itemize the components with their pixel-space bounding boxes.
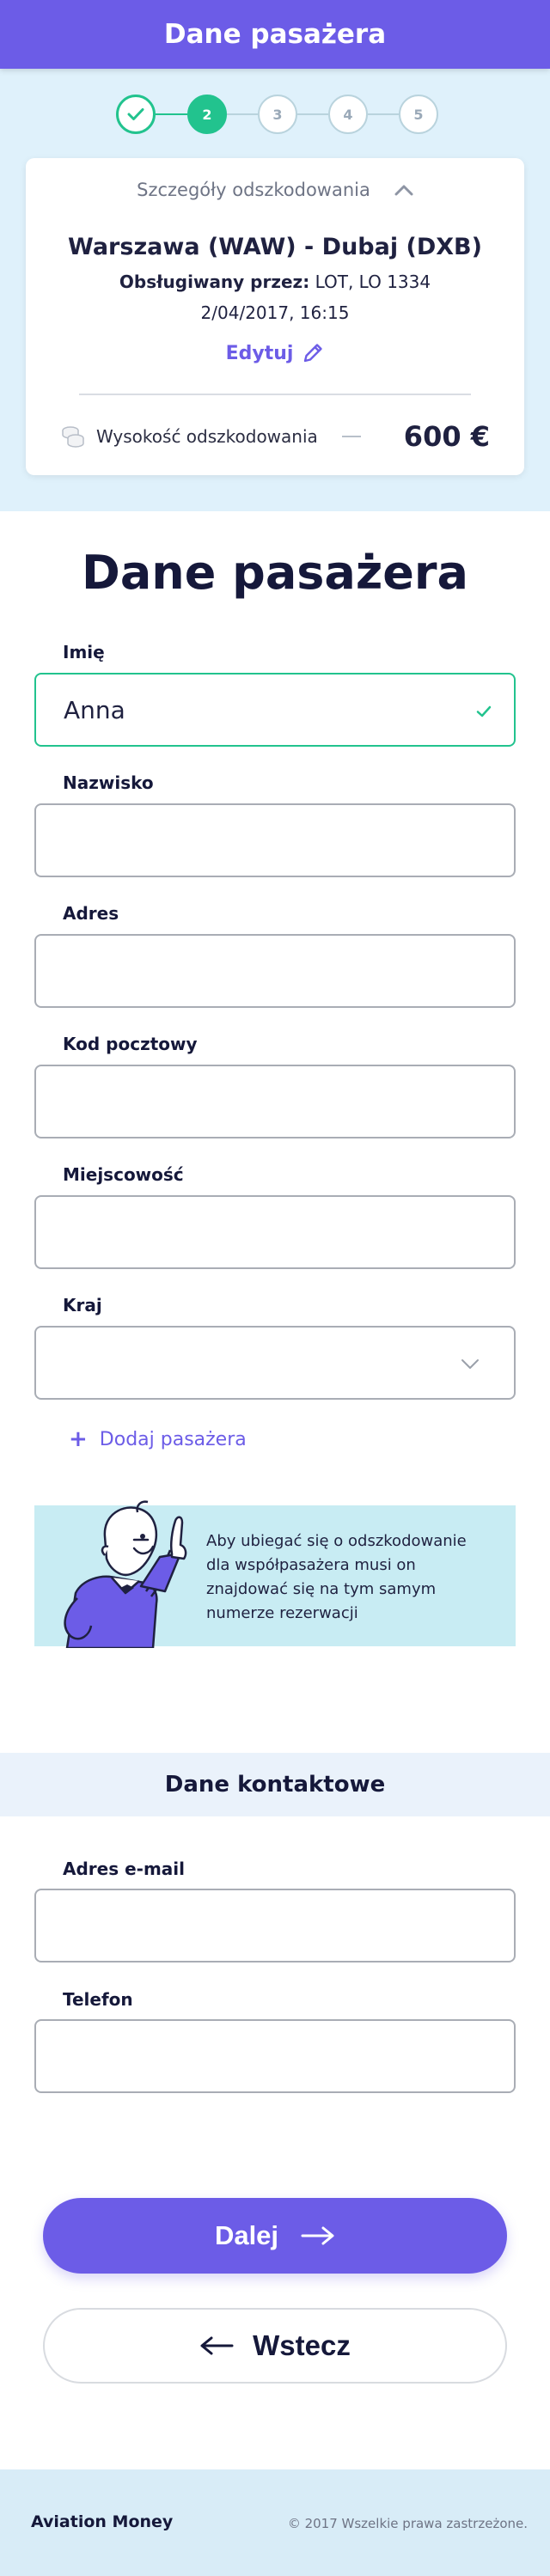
step-5[interactable]: 5 — [399, 95, 438, 134]
address-label: Adres — [63, 903, 119, 924]
progress-stepper: 2 3 4 5 — [0, 95, 550, 134]
man-pointing-illustration — [64, 1500, 187, 1648]
step-connector — [297, 113, 328, 115]
arrow-right-icon — [301, 2226, 334, 2245]
page-title: Dane pasażera — [82, 546, 468, 600]
step-4[interactable]: 4 — [328, 95, 368, 134]
flight-route: Warszawa (WAW) - Dubaj (DXB) — [68, 234, 482, 260]
operated-by: Obsługiwany przez: LOT, LO 1334 — [26, 272, 524, 292]
details-toggle[interactable]: Szczegóły odszkodowania — [26, 177, 524, 203]
back-button-label: Wstecz — [253, 2329, 351, 2361]
chevron-up-icon — [394, 185, 413, 196]
postal-code-field[interactable] — [34, 1065, 516, 1138]
city-field[interactable] — [34, 1195, 516, 1269]
back-button[interactable]: Wstecz — [43, 2308, 507, 2384]
last-name-field[interactable] — [34, 803, 516, 877]
header-title: Dane pasażera — [163, 19, 387, 50]
arrow-left-icon — [200, 2336, 234, 2355]
co-passenger-info: Aby ubiegać się o odszkodowanie dla wspó… — [34, 1500, 516, 1648]
compensation-separator — [341, 436, 361, 437]
email-input[interactable] — [36, 1890, 514, 1961]
country-select[interactable] — [34, 1326, 516, 1400]
add-passenger-label: Dodaj pasażera — [99, 1428, 247, 1450]
flight-summary-card: Szczegóły odszkodowania Warszawa (WAW) -… — [26, 158, 524, 475]
plus-icon: + — [69, 1426, 88, 1452]
footer-brand: Aviation Money — [31, 2512, 174, 2531]
next-button-label: Dalej — [214, 2220, 279, 2250]
add-passenger-link[interactable]: + Dodaj pasażera — [69, 1428, 247, 1450]
step-connector — [368, 113, 399, 115]
coins-icon — [62, 426, 84, 448]
address-field[interactable] — [34, 934, 516, 1008]
step-2[interactable]: 2 — [187, 95, 227, 134]
edit-label: Edytuj — [225, 342, 294, 364]
card-divider — [79, 394, 471, 395]
first-name-label: Imię — [63, 642, 105, 662]
postal-code-input[interactable] — [36, 1066, 514, 1137]
address-input[interactable] — [36, 936, 514, 1006]
step-connector — [227, 113, 258, 115]
checkmark-icon — [127, 108, 144, 120]
step-1[interactable] — [116, 95, 156, 134]
phone-field[interactable] — [34, 2019, 516, 2093]
footer: Aviation Money © 2017 Wszelkie prawa zas… — [0, 2469, 550, 2576]
operated-by-value: LOT, LO 1334 — [315, 272, 431, 292]
email-label: Adres e-mail — [63, 1859, 186, 1879]
compensation-row: Wysokość odszkodowania 600 € — [60, 419, 490, 454]
last-name-input[interactable] — [36, 805, 514, 876]
email-field[interactable] — [34, 1889, 516, 1963]
pencil-icon — [304, 344, 323, 363]
operated-by-label: Obsługiwany przez: — [119, 272, 310, 292]
city-input[interactable] — [36, 1197, 514, 1267]
contact-section-header: Dane kontaktowe — [0, 1753, 550, 1816]
first-name-input[interactable] — [36, 675, 514, 745]
details-toggle-label: Szczegóły odszkodowania — [137, 180, 370, 200]
city-label: Miejscowość — [63, 1164, 184, 1185]
postal-code-label: Kod pocztowy — [63, 1034, 198, 1054]
next-button[interactable]: Dalej — [43, 2198, 507, 2274]
checkmark-icon — [476, 705, 492, 717]
step-connector — [156, 113, 187, 115]
phone-input[interactable] — [36, 2021, 514, 2091]
footer-copyright: © 2017 Wszelkie prawa zastrzeżone. — [287, 2516, 528, 2531]
compensation-label: Wysokość odszkodowania — [96, 426, 318, 447]
flight-datetime: 2/04/2017, 16:15 — [200, 302, 350, 323]
edit-link[interactable]: Edytuj — [26, 342, 524, 364]
top-bar: Dane pasażera — [0, 0, 550, 69]
phone-label: Telefon — [63, 1989, 133, 2010]
chevron-down-icon — [461, 1359, 479, 1369]
compensation-amount: 600 € — [403, 420, 490, 453]
step-3[interactable]: 3 — [258, 95, 297, 134]
co-passenger-info-text: Aby ubiegać się o odszkodowanie dla wspó… — [206, 1532, 467, 1622]
country-label: Kraj — [63, 1295, 102, 1315]
first-name-field[interactable] — [34, 673, 516, 747]
last-name-label: Nazwisko — [63, 772, 154, 793]
